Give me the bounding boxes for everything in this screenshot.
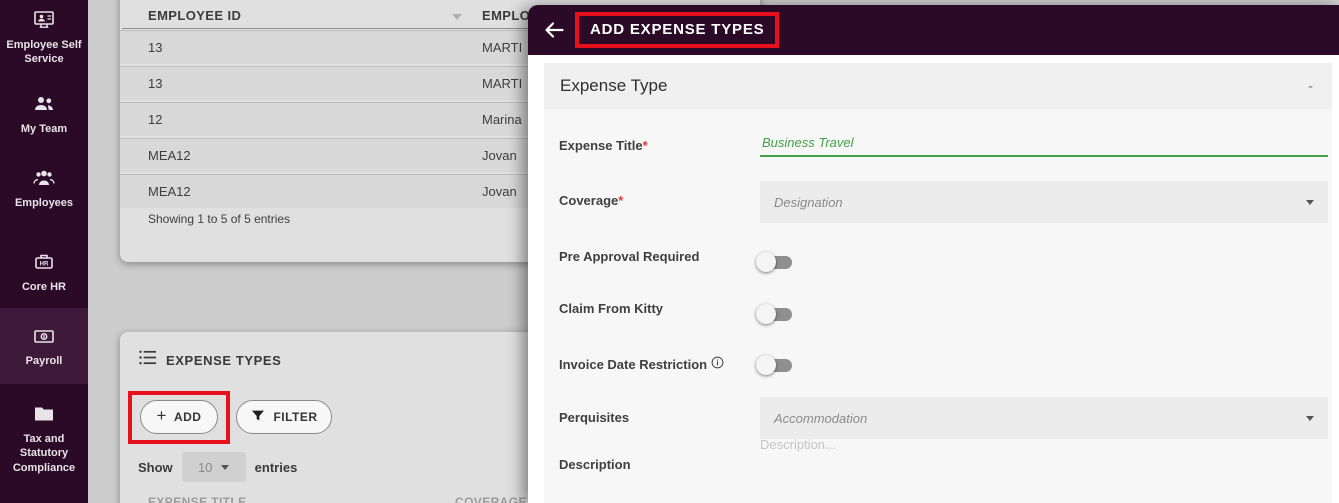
list-icon: [138, 348, 157, 372]
annotation-box-title: ADD EXPENSE TYPES: [575, 12, 780, 48]
invoice-date-restriction-label: Invoice Date Restriction: [559, 352, 749, 374]
section-header[interactable]: Expense Type -: [544, 63, 1332, 109]
filter-button[interactable]: FILTER: [236, 400, 332, 434]
expense-type-form: Expense Type - Expense Title* Coverage* …: [544, 63, 1332, 503]
cell-employee: Marina: [482, 112, 522, 127]
toggle-knob: [756, 304, 776, 324]
coverage-select[interactable]: Designation: [760, 181, 1328, 223]
cell-employee-id: MEA12: [148, 184, 191, 199]
sidebar-item-employees[interactable]: Employees: [0, 164, 88, 210]
sidebar-item-label: Core HR: [21, 281, 66, 293]
payroll-icon: [32, 324, 56, 348]
plus-icon: +: [156, 406, 167, 425]
section-title: Expense Type: [560, 76, 668, 95]
sidebar-item-tax-statutory-compliance[interactable]: Tax and Statutory Compliance: [0, 400, 88, 475]
sidebar-item-core-hr[interactable]: HR Core HR: [0, 248, 88, 294]
required-asterisk: *: [618, 193, 624, 208]
expense-title-label-text: Expense Title: [559, 138, 643, 153]
cell-employee: MARTI: [482, 76, 523, 91]
cell-employee-id: MEA12: [148, 148, 191, 163]
add-button-label: ADD: [173, 410, 202, 424]
panel-title: ADD EXPENSE TYPES: [590, 21, 765, 38]
chevron-down-icon: [221, 464, 230, 470]
claim-from-kitty-toggle[interactable]: [756, 304, 794, 324]
info-icon[interactable]: [711, 356, 724, 369]
pre-approval-toggle[interactable]: [756, 252, 794, 272]
expense-title-label: Expense Title*: [559, 137, 749, 155]
toggle-knob: [756, 355, 776, 375]
invoice-date-restriction-toggle[interactable]: [756, 355, 794, 375]
coverage-value: Designation: [774, 194, 843, 210]
folder-icon: [32, 402, 56, 426]
page-size-select[interactable]: 10: [181, 452, 246, 482]
page-size-row: Show 10 entries: [138, 452, 297, 482]
entries-label: entries: [254, 459, 298, 475]
cell-employee: Jovan: [482, 184, 517, 199]
panel-header: ADD EXPENSE TYPES: [528, 5, 1339, 55]
back-arrow-icon[interactable]: [542, 17, 568, 43]
cell-employee: MARTI: [482, 40, 523, 55]
cell-employee-id: 13: [148, 76, 163, 91]
show-label: Show: [138, 459, 173, 475]
funnel-icon: [250, 408, 266, 427]
table-pagination-status: Showing 1 to 5 of 5 entries: [148, 212, 291, 226]
cell-employee-id: 13: [148, 40, 163, 55]
sidebar-item-label: Payroll: [25, 355, 63, 367]
claim-from-kitty-label: Claim From Kitty: [559, 301, 664, 316]
expense-types-title: EXPENSE TYPES: [166, 352, 282, 368]
column-header-coverage[interactable]: COVERAGE: [455, 495, 527, 503]
coverage-label: Coverage*: [559, 192, 749, 210]
core-hr-icon: HR: [32, 250, 56, 274]
column-header-employee-id[interactable]: EMPLOYEE ID: [148, 8, 241, 23]
perquisites-select[interactable]: Accommodation: [760, 397, 1328, 439]
sort-caret-icon[interactable]: [452, 14, 462, 20]
expense-title-input[interactable]: [760, 129, 1328, 157]
page-size-value: 10: [197, 459, 213, 475]
sidebar-item-label: My Team: [20, 123, 68, 135]
required-asterisk: *: [642, 138, 648, 153]
sidebar-item-label: Employees: [14, 197, 74, 209]
coverage-label-text: Coverage: [559, 193, 619, 208]
collapse-icon[interactable]: -: [1305, 78, 1316, 95]
svg-text:HR: HR: [40, 262, 49, 268]
cell-employee: Jovan: [482, 148, 517, 163]
perquisites-label: Perquisites: [559, 410, 630, 425]
toggle-knob: [756, 252, 776, 272]
filter-button-label: FILTER: [273, 410, 318, 424]
add-expense-types-panel: ADD EXPENSE TYPES Expense Type - Expense…: [528, 5, 1339, 503]
description-textarea[interactable]: [760, 437, 1328, 497]
sidebar-item-label: Employee Self Service: [6, 39, 82, 66]
sidebar-item-my-team[interactable]: My Team: [0, 90, 88, 136]
add-button[interactable]: + ADD: [140, 400, 218, 434]
description-label: Description: [559, 457, 631, 472]
expense-types-header: EXPENSE TYPES: [138, 348, 281, 372]
perquisites-value: Accommodation: [774, 410, 868, 426]
sidebar-item-payroll[interactable]: Payroll: [0, 308, 88, 384]
invoice-date-restriction-label-text: Invoice Date Restriction: [559, 357, 708, 372]
chevron-down-icon: [1306, 199, 1314, 205]
chevron-down-icon: [1306, 415, 1314, 421]
employees-icon: [32, 166, 56, 190]
sidebar: Employee Self Service My Team Employees …: [0, 0, 88, 503]
sidebar-item-label: Tax and Statutory Compliance: [12, 433, 76, 474]
employee-self-service-icon: [32, 8, 56, 32]
cell-employee-id: 12: [148, 112, 163, 127]
my-team-icon: [32, 92, 56, 116]
sidebar-item-employee-self-service[interactable]: Employee Self Service: [0, 6, 88, 67]
pre-approval-label: Pre Approval Required: [559, 249, 700, 264]
column-header-expense-title[interactable]: EXPENSE TITLE: [148, 495, 247, 503]
